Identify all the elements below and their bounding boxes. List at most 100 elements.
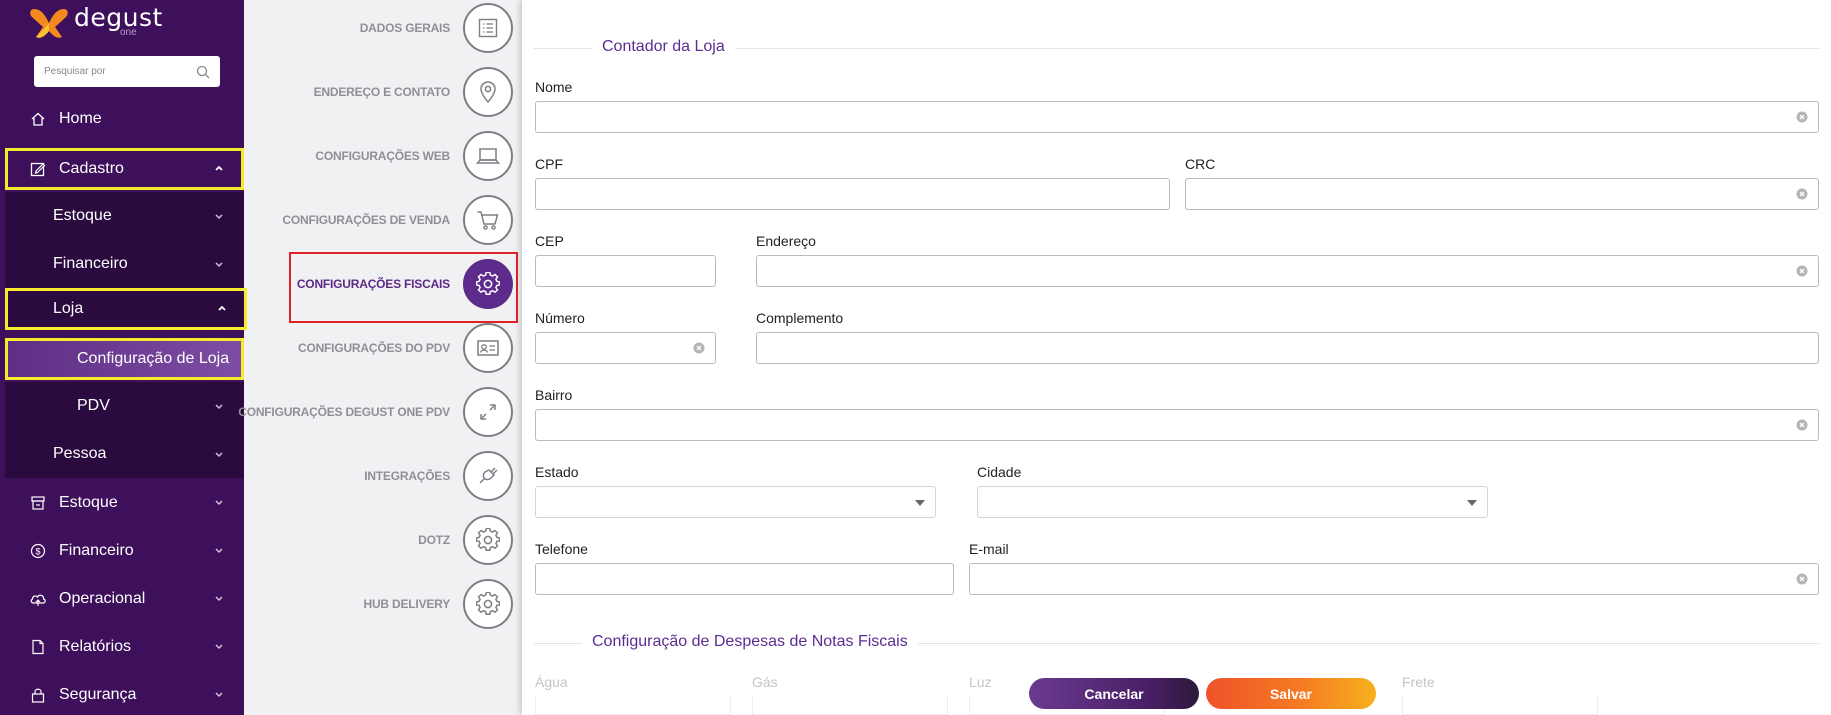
caret-down-icon [915,500,925,506]
label-frete: Frete [1402,674,1435,690]
label-cep: CEP [535,233,564,249]
step-label: CONFIGURAÇÕES DEGUST ONE PDV [238,405,450,419]
sidebar-item-label: Estoque [53,207,112,224]
endereco-input[interactable] [757,256,1818,286]
step-label: ENDEREÇO E CONTATO [313,85,451,99]
estado-select[interactable] [535,486,936,518]
clear-icon[interactable] [1796,188,1808,200]
step-dotz[interactable]: DOTZ [244,513,522,567]
clear-icon[interactable] [1796,573,1808,585]
step-configuracoes-degust-one-pdv[interactable]: CONFIGURAÇÕES DEGUST ONE PDV [238,385,522,439]
svg-text:$: $ [35,547,40,557]
telefone-input[interactable] [536,564,953,594]
clear-icon[interactable] [1796,419,1808,431]
cidade-value [978,487,1487,517]
form-panel: Contador da Loja Nome CPF CRC CEP Endere… [522,0,1831,715]
config-steps: DADOS GERAIS ENDEREÇO E CONTATO CONFIGUR… [238,0,522,715]
sidebar-item-pessoa[interactable]: Pessoa [5,430,244,478]
step-configuracoes-de-venda[interactable]: CONFIGURAÇÕES DE VENDA [244,193,522,247]
search-input[interactable] [44,66,196,77]
step-label: CONFIGURAÇÕES WEB [315,149,450,163]
list-icon [463,3,513,53]
clear-icon[interactable] [1796,111,1808,123]
bairro-input[interactable] [536,410,1818,440]
sidebar-item-configuracao-de-loja[interactable]: Configuração de Loja [5,338,244,380]
sidebar-item-home[interactable]: Home [5,98,244,140]
edit-icon [29,160,47,178]
step-configuracoes-do-pdv[interactable]: CONFIGURAÇÕES DO PDV [244,321,522,375]
step-label: INTEGRAÇÕES [364,469,450,483]
step-integracoes[interactable]: INTEGRAÇÕES [244,449,522,503]
sidebar-item-financeiro[interactable]: $ Financeiro [5,530,244,572]
gas-select[interactable] [752,695,948,715]
search-icon[interactable] [196,65,210,79]
cidade-select[interactable] [977,486,1488,518]
sidebar-item-pdv[interactable]: PDV [5,382,244,430]
location-pin-icon [463,67,513,117]
bairro-field [535,409,1819,441]
clear-icon[interactable] [1796,265,1808,277]
save-button[interactable]: Salvar [1206,678,1376,709]
nome-input[interactable] [536,102,1818,132]
lock-icon [29,686,47,704]
label-complemento: Complemento [756,310,844,326]
nome-field [535,101,1819,133]
logo-brand: degust [74,3,163,32]
complemento-input[interactable] [757,333,1818,363]
label-cpf: CPF [535,156,563,172]
store-icon [29,494,47,512]
cpf-input[interactable] [536,179,1169,209]
sidebar-item-estoque[interactable]: Estoque [5,482,244,524]
dollar-icon: $ [29,542,47,560]
label-bairro: Bairro [535,387,573,403]
chevron-down-icon [215,214,223,220]
sidebar-item-label: Financeiro [53,255,128,272]
clear-icon[interactable] [693,342,705,354]
sidebar-item-cadastro-estoque[interactable]: Estoque [5,192,244,240]
label-estado: Estado [535,464,579,480]
step-label: HUB DELIVERY [363,597,451,611]
chevron-down-icon [215,262,223,268]
section-title-despesas: Configuração de Despesas de Notas Fiscai… [582,633,918,651]
chevron-down-icon [215,644,223,650]
crc-input[interactable] [1186,179,1818,209]
cancel-button[interactable]: Cancelar [1029,678,1199,709]
step-dados-gerais[interactable]: DADOS GERAIS [244,1,522,55]
numero-input[interactable] [536,333,715,363]
section-title-contador: Contador da Loja [592,38,735,56]
document-icon [29,638,47,656]
label-telefone: Telefone [535,541,588,557]
chevron-down-icon [215,404,223,410]
sidebar-item-loja[interactable]: Loja [5,288,247,330]
chevron-down-icon [215,692,223,698]
step-label: DADOS GERAIS [359,21,450,35]
step-endereco-e-contato[interactable]: ENDEREÇO E CONTATO [244,65,522,119]
sidebar-item-cadastro[interactable]: Cadastro [5,148,244,190]
sidebar-item-seguranca[interactable]: Segurança [5,674,244,715]
id-card-icon [463,323,513,373]
gear-icon [463,579,513,629]
sidebar-item-relatorios[interactable]: Relatórios [5,626,244,668]
label-nome: Nome [535,79,573,95]
active-step-highlight [289,252,518,323]
agua-select[interactable] [535,695,731,715]
step-configuracoes-web[interactable]: CONFIGURAÇÕES WEB [244,129,522,183]
sidebar-item-cadastro-financeiro[interactable]: Financeiro [5,240,244,288]
sidebar: degust one Home Cadastro [0,0,247,715]
email-input[interactable] [970,564,1818,594]
label-cidade: Cidade [977,464,1022,480]
label-agua: Água [535,674,568,690]
logo[interactable]: degust one [28,5,163,45]
home-icon [29,110,47,128]
logo-mark-icon [30,9,68,38]
sidebar-item-operacional[interactable]: Operacional [5,578,244,620]
step-hub-delivery[interactable]: HUB DELIVERY [244,577,522,631]
label-luz: Luz [969,674,992,690]
cloud-icon [29,590,47,608]
cep-input[interactable] [536,256,715,286]
frete-select[interactable] [1402,695,1598,715]
sidebar-item-label: Operacional [59,590,146,607]
search-box [34,56,220,87]
label-email: E-mail [969,541,1009,557]
email-field [969,563,1819,595]
